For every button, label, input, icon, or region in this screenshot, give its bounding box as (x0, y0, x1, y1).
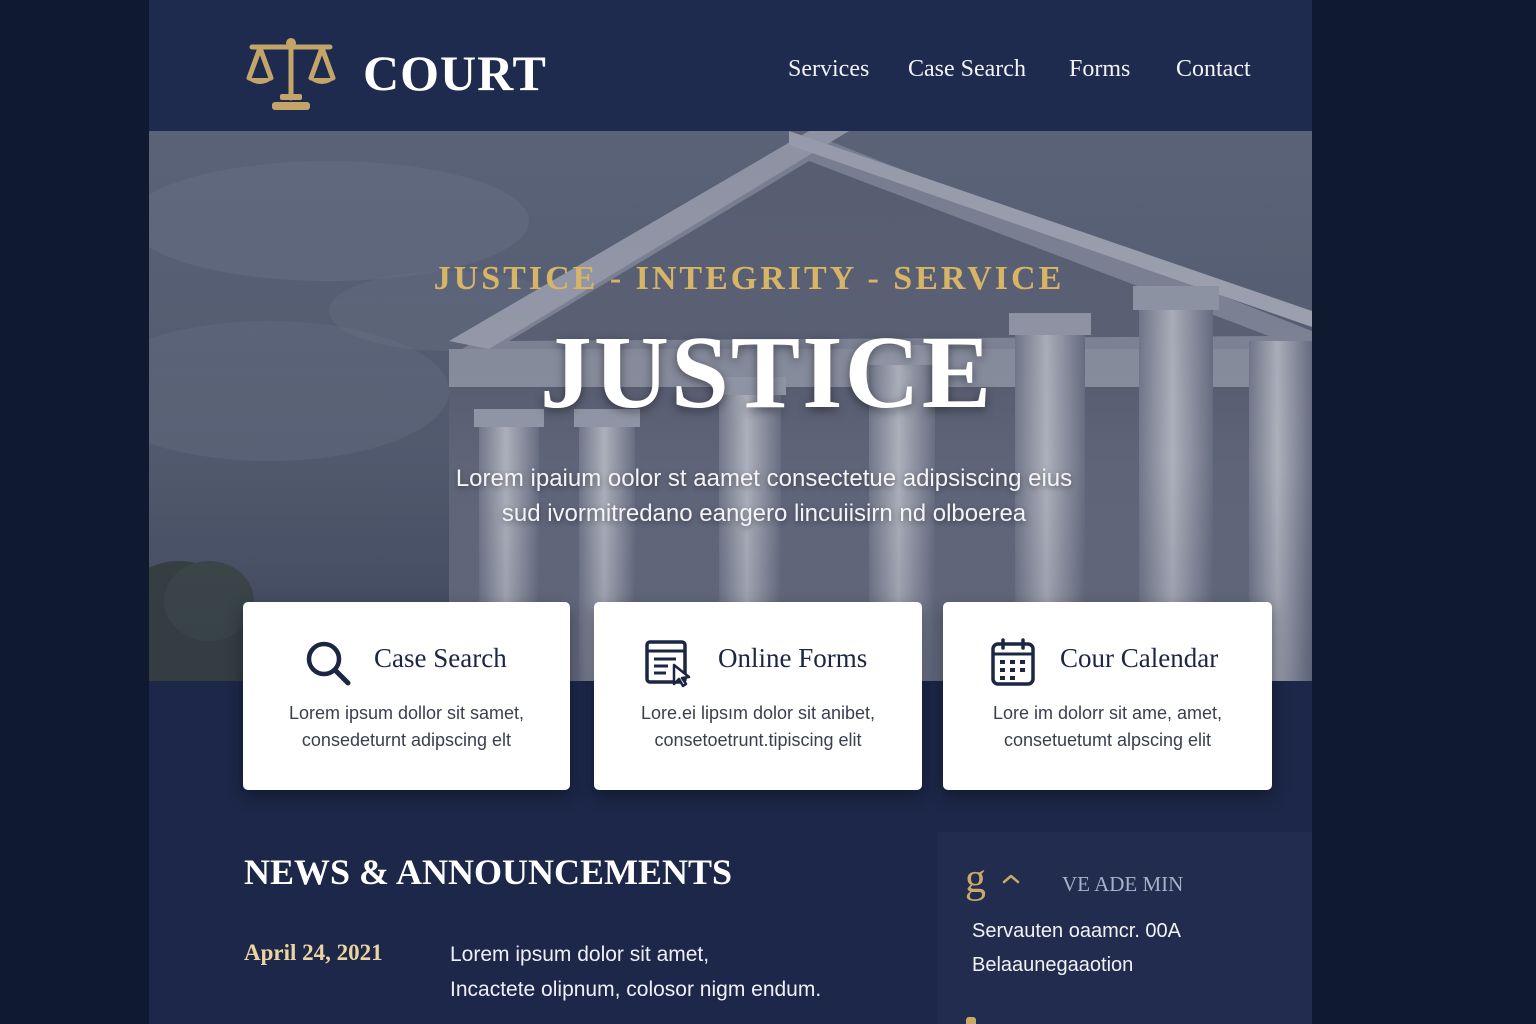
sidebar-bullet (966, 1017, 976, 1024)
card-description-line-2: consedeturnt adipscing elt (301, 730, 512, 750)
chevron-icon[interactable] (1001, 872, 1021, 886)
sidebar-panel: g VE ADE MIN Servauten oaamcr. 00A Belaa… (938, 832, 1312, 1024)
nav-case-search[interactable]: Case Search (908, 52, 1026, 86)
card-title: Case Search (374, 643, 507, 673)
news-date: April 24, 2021 (244, 940, 383, 965)
scales-of-justice-icon[interactable] (244, 38, 338, 114)
calendar-icon (991, 638, 1035, 686)
nav-contact[interactable]: Contact (1176, 52, 1251, 86)
hero-section: JUSTICE - INTEGRITY - SERVICE JUSTICE Lo… (149, 131, 1312, 681)
card-case-search[interactable]: Case Search Lorem ipsum dollor sit samet… (243, 602, 570, 790)
sidebar-glyph: g (965, 856, 986, 902)
nav-services[interactable]: Services (788, 52, 869, 86)
card-title: Cour Calendar (1060, 643, 1219, 673)
card-description-line-1: Lore.ei lipsım dolor sit anibet, (640, 703, 876, 723)
card-description: Lore im dolorr sit ame, amet, consetuetu… (943, 700, 1272, 754)
sidebar-label: VE ADE MIN (1062, 872, 1184, 896)
card-description: Lorem ipsum dollor sit samet, consedetur… (243, 700, 570, 754)
news-item[interactable]: Lorem ipsum dolor sit amet, Incactete ol… (450, 937, 920, 1007)
card-description-line-2: consetoetrunt.tipiscing elit (654, 730, 862, 750)
hero-tagline: JUSTICE - INTEGRITY - SERVICE (433, 260, 1065, 297)
page: COURT Services Case Search Forms Contact (149, 0, 1312, 1024)
sidebar-line-1: Servauten oaamcr. 00A (972, 920, 1182, 942)
card-title: Online Forms (718, 643, 868, 673)
card-description-line-1: Lore im dolorr sit ame, amet, (992, 703, 1223, 723)
hero-subtitle: Lorem ipaium oolor st aamet consectetue … (389, 461, 1139, 531)
card-online-forms[interactable]: Online Forms Lore.ei lipsım dolor sit an… (594, 602, 922, 790)
form-icon (645, 640, 691, 688)
card-description-line-1: Lorem ipsum dollor sit samet, (288, 703, 525, 723)
hero-title: JUSTICE (539, 315, 994, 430)
news-item-line-1: Lorem ipsum dolor sit amet, (450, 943, 710, 966)
site-header: COURT Services Case Search Forms Contact (149, 0, 1312, 131)
hero-subtitle-line-2: sud ivormitredano eangero lincuiisirn nd… (501, 500, 1027, 527)
sidebar-text: Servauten oaamcr. 00A Belaaunegaaotion (972, 914, 1302, 982)
brand-name[interactable]: COURT (363, 44, 547, 102)
news-heading: NEWS & ANNOUNCEMENTS (244, 852, 733, 892)
nav-forms[interactable]: Forms (1069, 52, 1130, 86)
sidebar-line-2: Belaaunegaaotion (972, 954, 1134, 976)
card-description-line-2: consetuetumt alpscing elit (1003, 730, 1212, 750)
card-description: Lore.ei lipsım dolor sit anibet, conseto… (594, 700, 922, 754)
search-icon (306, 641, 351, 686)
news-item-line-2: Incactete olipnum, colosor nigm endum. (450, 978, 822, 1001)
hero-subtitle-line-1: Lorem ipaium oolor st aamet consectetue … (455, 465, 1073, 492)
card-court-calendar[interactable]: Cour Calendar Lore im dolorr sit ame, am… (943, 602, 1272, 790)
